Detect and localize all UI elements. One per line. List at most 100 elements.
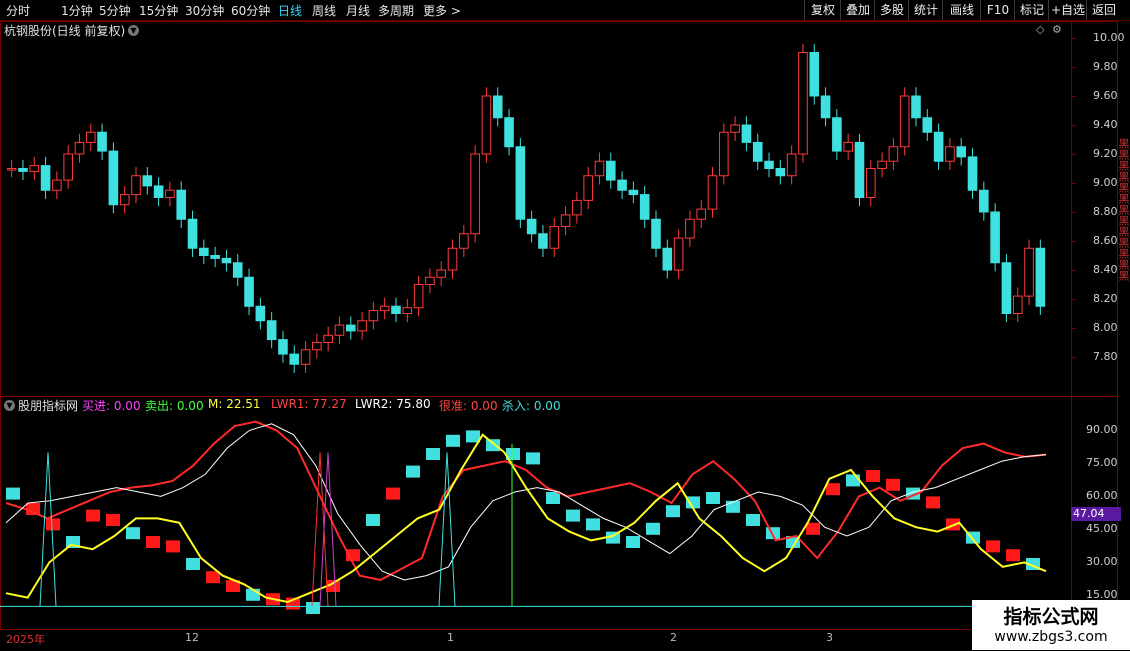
indicator-bar — [446, 434, 460, 447]
indicator-bar — [866, 470, 880, 482]
price-axis-label: 9.00 — [1093, 176, 1118, 189]
price-axis-tick — [1071, 357, 1076, 358]
candle-body — [40, 165, 51, 191]
candle-body — [888, 146, 899, 162]
candle-body — [673, 237, 684, 271]
add-watchlist-button[interactable]: +自选 — [1048, 0, 1087, 20]
signal-spike — [438, 452, 456, 607]
date-label-year: 2025年 — [6, 633, 45, 646]
candle-body — [945, 146, 955, 162]
tab-15min[interactable]: 15分钟 — [139, 2, 178, 19]
tab-more[interactable]: 更多 > — [423, 2, 461, 19]
indicator-bar — [166, 540, 180, 553]
price-axis-tick — [1071, 154, 1076, 155]
current-value-badge: 47.04 — [1071, 507, 1121, 521]
indicator-axis-label: 45.00 — [1086, 522, 1118, 535]
candle-body — [979, 189, 989, 213]
date-label-jan: 1 — [447, 631, 454, 644]
indicator-bar — [6, 487, 20, 500]
candle-body — [447, 247, 458, 271]
tab-multi-period[interactable]: 多周期 — [378, 2, 414, 19]
tab-30min[interactable]: 30分钟 — [185, 2, 224, 19]
candle-body — [165, 189, 175, 198]
indicator-axis-label: 75.00 — [1086, 456, 1118, 469]
candle-body — [108, 150, 119, 206]
candle-body — [153, 185, 164, 198]
candle-body — [832, 117, 842, 152]
stats-button[interactable]: 统计 — [908, 0, 943, 20]
candle-body — [470, 153, 480, 235]
candle-body — [707, 175, 718, 210]
date-label-dec: 12 — [185, 631, 199, 644]
candle-body — [538, 233, 548, 249]
indicator-bar — [366, 514, 380, 526]
candle-body — [696, 208, 707, 220]
candle-body — [210, 255, 220, 259]
candle-body — [990, 211, 1000, 264]
draw-line-button[interactable]: 画线 — [942, 0, 981, 20]
candle-body — [187, 218, 198, 249]
indicator-bar — [306, 602, 320, 614]
candle-body — [368, 310, 379, 322]
candle-body — [651, 218, 661, 249]
candle-body — [922, 117, 933, 133]
candle-body — [798, 52, 808, 155]
indicator-bar — [666, 505, 680, 518]
watermark: 指标公式网 www.zbgs3.com — [972, 600, 1130, 650]
candle-body — [549, 226, 560, 249]
indicator-bar — [406, 465, 420, 478]
indicator-bar — [746, 514, 760, 526]
candle-body — [357, 320, 367, 332]
candle-body — [843, 141, 853, 152]
candle-body — [18, 168, 28, 172]
overlay-button[interactable]: 叠加 — [840, 0, 875, 20]
candle-body — [877, 160, 887, 169]
candle-body — [719, 131, 729, 177]
indicator-bar — [526, 452, 540, 465]
adjust-button[interactable]: 复权 — [804, 0, 841, 20]
tab-daily[interactable]: 日线 — [278, 2, 302, 19]
indicator-bar — [386, 487, 400, 500]
candle-body — [63, 153, 73, 181]
watermark-url: www.zbgs3.com — [994, 629, 1108, 645]
price-axis-label: 9.20 — [1093, 147, 1118, 160]
mark-button[interactable]: 标记 — [1014, 0, 1049, 20]
tab-fenshi[interactable]: 分时 — [6, 2, 30, 19]
candlestick-chart[interactable] — [0, 22, 1070, 394]
tab-monthly[interactable]: 月线 — [346, 2, 370, 19]
indicator-bar — [426, 448, 440, 460]
indicator-bar — [126, 527, 140, 540]
candle-body — [323, 334, 333, 343]
candle-body — [899, 95, 910, 148]
indicator-line — [5, 420, 1047, 582]
candle-body — [752, 141, 763, 162]
price-axis-tick — [1071, 328, 1076, 329]
candle-body — [854, 141, 865, 198]
watermark-title: 指标公式网 — [1003, 606, 1099, 628]
candle-body — [391, 305, 401, 314]
tab-1min[interactable]: 1分钟 — [61, 2, 93, 19]
candle-body — [628, 189, 639, 196]
multi-stock-button[interactable]: 多股 — [874, 0, 909, 20]
indicator-bar — [826, 483, 840, 496]
tab-5min[interactable]: 5分钟 — [99, 2, 131, 19]
candle-body — [436, 269, 447, 278]
indicator-chart[interactable] — [0, 397, 1070, 627]
candle-body — [221, 257, 232, 264]
price-axis-label: 8.80 — [1093, 205, 1118, 218]
f10-button[interactable]: F10 — [980, 0, 1015, 20]
candle-body — [911, 95, 921, 119]
indicator-bar — [106, 514, 120, 526]
candle-body — [933, 131, 944, 162]
candle-body — [312, 342, 322, 351]
candle-body — [617, 179, 627, 191]
back-button[interactable]: 返回 — [1086, 0, 1121, 20]
price-axis-tick — [1071, 38, 1076, 39]
candle-body — [560, 214, 571, 227]
tab-weekly[interactable]: 周线 — [312, 2, 336, 19]
indicator-bar — [926, 496, 940, 509]
candle-body — [131, 175, 141, 196]
tab-60min[interactable]: 60分钟 — [231, 2, 270, 19]
price-axis-label: 9.80 — [1093, 60, 1118, 73]
candle-body — [504, 117, 514, 148]
